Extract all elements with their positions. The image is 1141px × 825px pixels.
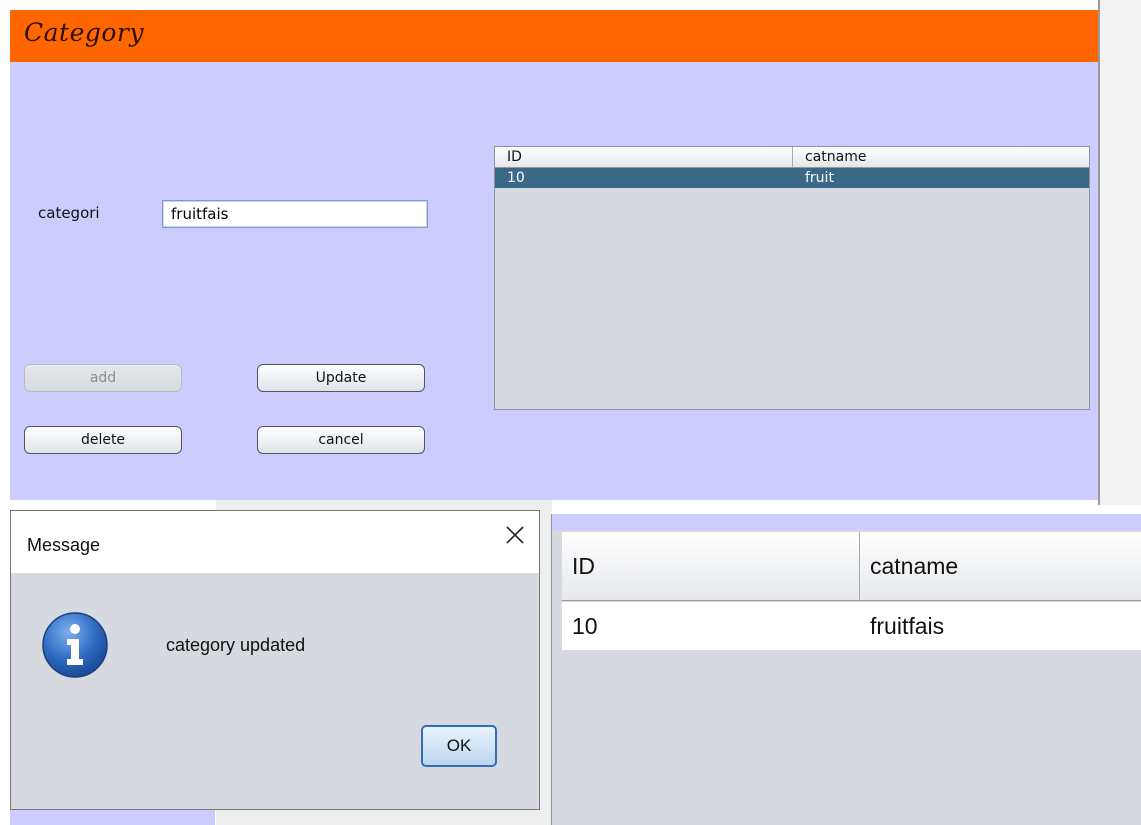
cell-id: 10 bbox=[507, 170, 525, 186]
dialog-message: category updated bbox=[166, 635, 306, 655]
panel-top-strip bbox=[552, 514, 1141, 530]
background-editor-edge bbox=[1098, 0, 1141, 505]
column-header-id[interactable]: ID bbox=[562, 532, 860, 600]
table-header: ID catname bbox=[495, 147, 1089, 168]
cancel-button[interactable]: cancel bbox=[257, 426, 425, 454]
update-button[interactable]: Update bbox=[257, 364, 425, 392]
table-header: ID catname bbox=[562, 532, 1141, 601]
dialog-title: Message bbox=[27, 535, 101, 555]
ok-button[interactable]: OK bbox=[421, 725, 497, 767]
column-header-catname[interactable]: catname bbox=[860, 532, 1141, 600]
category-table[interactable]: ID catname 10 fruit bbox=[494, 146, 1090, 410]
category-label: categori bbox=[38, 204, 100, 222]
table-row[interactable]: 10 fruitfais bbox=[562, 602, 1141, 650]
message-dialog: Message category updated OK bbox=[10, 510, 540, 810]
delete-button[interactable]: delete bbox=[24, 426, 182, 454]
add-button[interactable]: add bbox=[24, 364, 182, 392]
info-icon bbox=[42, 612, 108, 678]
window-title: Category bbox=[24, 18, 145, 47]
table-row[interactable]: 10 fruit bbox=[495, 168, 1089, 188]
title-bar: Category bbox=[10, 10, 1098, 62]
dialog-body: category updated OK bbox=[11, 573, 539, 809]
column-header-catname[interactable]: catname bbox=[793, 147, 1089, 167]
column-header-id[interactable]: ID bbox=[495, 147, 793, 167]
cell-id: 10 bbox=[572, 613, 598, 639]
updated-category-table[interactable]: ID catname 10 fruitfais bbox=[551, 514, 1141, 825]
category-window: Category categori add Update delete canc… bbox=[10, 10, 1098, 500]
dialog-title-bar: Message bbox=[11, 511, 539, 573]
category-input[interactable] bbox=[162, 200, 428, 228]
cell-catname: fruit bbox=[805, 170, 834, 186]
close-icon[interactable] bbox=[501, 521, 529, 549]
cell-catname: fruitfais bbox=[870, 613, 945, 639]
